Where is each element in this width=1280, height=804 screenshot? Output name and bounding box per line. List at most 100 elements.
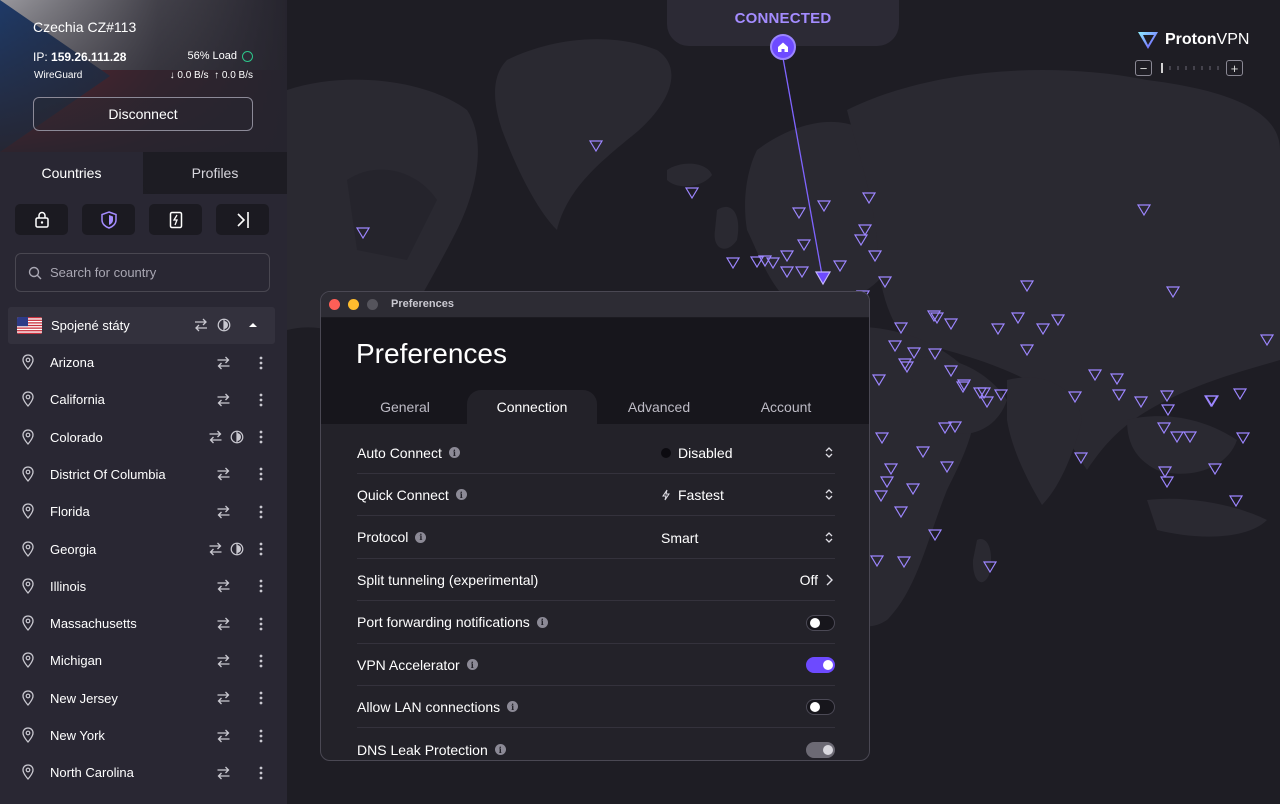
select-chevron-icon	[825, 447, 833, 458]
search-input[interactable]	[50, 265, 250, 280]
more-options-icon[interactable]	[258, 653, 264, 669]
us-flag-icon	[17, 317, 42, 334]
info-icon[interactable]: i	[494, 744, 506, 756]
setting-toggle[interactable]	[806, 699, 835, 716]
setting-row: Protocol i Smart	[357, 517, 835, 559]
tab-general[interactable]: General	[341, 390, 469, 424]
disconnect-button[interactable]: Disconnect	[33, 97, 253, 131]
tab-account[interactable]: Account	[721, 390, 851, 424]
zoom-in-button[interactable]: +	[1226, 60, 1243, 76]
proton-logo-icon	[1138, 32, 1158, 49]
state-row[interactable]: Colorado	[8, 419, 275, 456]
info-icon[interactable]: i	[455, 489, 467, 501]
state-row[interactable]: New York	[8, 717, 275, 754]
search-icon	[28, 266, 42, 279]
country-name: Spojené státy	[51, 318, 130, 333]
download-speed: 0.0 B/s	[177, 70, 209, 81]
setting-link[interactable]: Off	[800, 559, 833, 601]
state-name: New York	[50, 728, 105, 743]
server-marker[interactable]	[1235, 432, 1251, 445]
more-options-icon[interactable]	[258, 690, 264, 706]
info-icon[interactable]: i	[415, 531, 427, 543]
country-search[interactable]	[15, 253, 270, 292]
setting-row: DNS Leak Protection i	[357, 729, 835, 760]
zoom-out-button[interactable]: −	[1135, 60, 1152, 76]
state-row[interactable]: Michigan	[8, 642, 275, 679]
state-row[interactable]: Florida	[8, 493, 275, 530]
more-options-icon[interactable]	[258, 429, 264, 445]
p2p-icon	[217, 691, 230, 705]
more-options-icon[interactable]	[258, 765, 264, 781]
tab-countries[interactable]: Countries	[0, 152, 143, 194]
info-icon[interactable]: i	[448, 447, 460, 458]
p2p-icon	[217, 467, 230, 481]
more-options-icon[interactable]	[258, 616, 264, 632]
zoom-slider[interactable]	[1158, 62, 1220, 74]
server-marker[interactable]	[1159, 476, 1175, 489]
ip-value: 159.26.111.28	[51, 50, 127, 64]
speed-readout: ↓ 0.0 B/s ↑ 0.0 B/s	[170, 70, 253, 81]
netshield-button[interactable]	[82, 204, 135, 235]
upload-speed: 0.0 B/s	[221, 70, 253, 81]
tab-advanced[interactable]: Advanced	[595, 390, 723, 424]
state-row[interactable]: Arizona	[8, 344, 275, 381]
server-name: Czechia CZ#113	[33, 19, 137, 35]
location-pin-icon	[22, 764, 34, 781]
more-options-icon[interactable]	[258, 355, 264, 371]
state-row[interactable]: Massachusetts	[8, 605, 275, 642]
load-text: 56% Load	[187, 50, 237, 62]
setting-select[interactable]: Disabled	[661, 432, 835, 474]
secure-core-button[interactable]	[15, 204, 68, 235]
setting-toggle[interactable]	[806, 614, 835, 631]
more-options-icon[interactable]	[258, 728, 264, 744]
chevron-up-icon[interactable]	[245, 320, 261, 330]
setting-select[interactable]: Smart	[661, 517, 835, 559]
more-options-icon[interactable]	[258, 466, 264, 482]
server-marker[interactable]	[1228, 495, 1244, 508]
setting-label: Port forwarding notifications	[357, 614, 530, 631]
select-value: Fastest	[678, 487, 724, 504]
setting-select[interactable]: Fastest	[661, 474, 835, 516]
more-options-icon[interactable]	[258, 578, 264, 594]
server-marker[interactable]	[1160, 404, 1176, 417]
state-name: Colorado	[50, 429, 103, 445]
country-list: Spojené státy Arizona California Colorado D…	[8, 307, 275, 804]
zoom-window-button[interactable]	[367, 299, 378, 310]
home-location-pin[interactable]	[770, 34, 796, 60]
info-icon[interactable]: i	[507, 701, 519, 713]
setting-toggle[interactable]	[806, 741, 835, 758]
more-options-icon[interactable]	[258, 541, 264, 557]
collapse-sidebar-button[interactable]	[216, 204, 269, 235]
setting-label: Protocol	[357, 529, 409, 546]
minimize-window-button[interactable]	[348, 299, 359, 310]
setting-toggle[interactable]	[806, 657, 835, 673]
window-title: Preferences	[391, 298, 454, 310]
server-marker[interactable]	[1232, 388, 1248, 401]
connection-panel: Czechia CZ#113 IP: 159.26.111.28 56% Loa…	[0, 0, 287, 152]
ip-label: IP:	[33, 50, 48, 64]
setting-row: Allow LAN connections i	[357, 686, 835, 729]
tab-profiles[interactable]: Profiles	[143, 152, 287, 194]
state-row[interactable]: California	[8, 381, 275, 418]
info-icon[interactable]: i	[536, 616, 548, 628]
state-row[interactable]: District Of Columbia	[8, 456, 275, 493]
state-name: New Jersey	[50, 690, 118, 706]
more-options-icon[interactable]	[258, 504, 264, 520]
state-name: California	[50, 392, 105, 408]
state-row[interactable]: North Carolina	[8, 754, 275, 791]
sidebar-collapse-icon	[236, 211, 249, 228]
state-row[interactable]: Georgia	[8, 531, 275, 568]
state-row[interactable]: Illinois	[8, 568, 275, 605]
more-options-icon[interactable]	[258, 392, 264, 408]
killswitch-button[interactable]	[149, 204, 202, 235]
state-name: Illinois	[50, 578, 87, 594]
tab-connection[interactable]: Connection	[467, 390, 597, 424]
state-row[interactable]: New Jersey	[8, 680, 275, 717]
country-row-united-states[interactable]: Spojené státy	[8, 307, 275, 344]
close-window-button[interactable]	[329, 299, 340, 310]
server-marker[interactable]	[725, 257, 741, 270]
info-icon[interactable]: i	[466, 659, 478, 670]
server-marker[interactable]	[684, 187, 700, 200]
protocol-label: WireGuard	[34, 70, 83, 81]
sidebar: Czechia CZ#113 IP: 159.26.111.28 56% Loa…	[0, 0, 287, 804]
